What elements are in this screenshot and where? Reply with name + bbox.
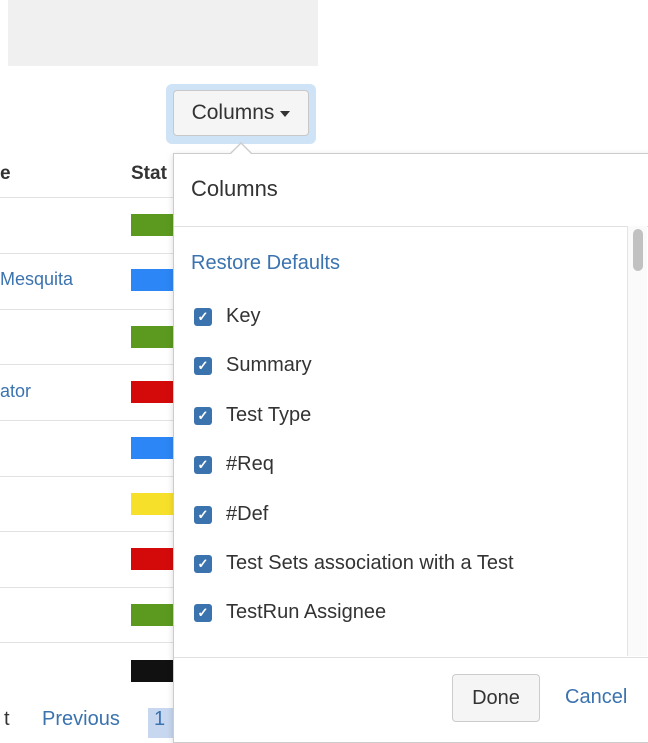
row-divider bbox=[0, 531, 175, 532]
status-bar bbox=[131, 604, 175, 626]
caret-down-icon bbox=[280, 111, 291, 117]
column-option-key[interactable]: ✓ Key bbox=[194, 305, 260, 328]
column-option-label: Summary bbox=[226, 354, 312, 376]
checkbox-checked-icon[interactable]: ✓ bbox=[194, 406, 212, 425]
column-header-name: e bbox=[0, 163, 11, 184]
status-bar bbox=[131, 269, 175, 291]
checkbox-checked-icon[interactable]: ✓ bbox=[194, 505, 212, 524]
columns-option-list bbox=[174, 226, 648, 658]
pager-first-fragment[interactable]: t bbox=[4, 708, 10, 731]
done-button-label: Done bbox=[472, 686, 520, 709]
status-bar bbox=[131, 437, 175, 459]
panel-pointer-arrow-fill bbox=[230, 144, 252, 155]
status-bar bbox=[131, 548, 175, 570]
cancel-link[interactable]: Cancel bbox=[565, 686, 627, 709]
column-option-label: TestRun Assignee bbox=[226, 601, 387, 623]
column-option-test-sets-association[interactable]: ✓ Test Sets association with a Test bbox=[194, 552, 514, 575]
row-divider bbox=[0, 253, 175, 254]
column-option-label: Test Type bbox=[226, 404, 312, 426]
column-option-test-type[interactable]: ✓ Test Type bbox=[194, 404, 311, 427]
column-option-summary[interactable]: ✓ Summary bbox=[194, 354, 312, 377]
assignee-link[interactable]: ator bbox=[0, 381, 31, 402]
checkbox-checked-icon[interactable]: ✓ bbox=[194, 356, 212, 375]
checkbox-checked-icon[interactable]: ✓ bbox=[194, 554, 212, 573]
column-option-testrun-assignee[interactable]: ✓ TestRun Assignee bbox=[194, 601, 386, 624]
pager-previous-link[interactable]: Previous bbox=[42, 708, 120, 731]
row-divider bbox=[0, 642, 175, 643]
row-divider bbox=[0, 197, 175, 198]
columns-button[interactable]: Columns bbox=[173, 90, 309, 136]
pager-page-current[interactable]: 1 bbox=[148, 708, 176, 738]
column-option-def[interactable]: ✓ #Def bbox=[194, 503, 268, 526]
status-bar bbox=[131, 493, 175, 515]
row-divider bbox=[0, 420, 175, 421]
status-bar bbox=[131, 381, 175, 403]
row-divider bbox=[0, 309, 175, 310]
assignee-link[interactable]: Mesquita bbox=[0, 269, 73, 290]
checkbox-checked-icon[interactable]: ✓ bbox=[194, 455, 212, 474]
done-button[interactable]: Done bbox=[452, 674, 540, 722]
option-list-scrollbar-thumb[interactable] bbox=[633, 229, 643, 271]
status-bar bbox=[131, 214, 175, 236]
column-option-label: #Req bbox=[226, 453, 274, 475]
column-header-status: Stat bbox=[131, 163, 167, 184]
option-list-scrollbar[interactable] bbox=[627, 226, 647, 656]
restore-defaults-link[interactable]: Restore Defaults bbox=[191, 252, 340, 275]
checkbox-checked-icon[interactable]: ✓ bbox=[194, 307, 212, 326]
top-gray-panel bbox=[8, 0, 318, 66]
column-option-label: #Def bbox=[226, 503, 269, 525]
column-option-label: Test Sets association with a Test bbox=[226, 552, 514, 574]
column-option-label: Key bbox=[226, 305, 261, 327]
columns-button-label: Columns bbox=[191, 101, 275, 124]
column-option-req[interactable]: ✓ #Req bbox=[194, 453, 274, 476]
checkbox-checked-icon[interactable]: ✓ bbox=[194, 603, 212, 622]
status-bar bbox=[131, 326, 175, 348]
row-divider bbox=[0, 587, 175, 588]
row-divider bbox=[0, 476, 175, 477]
row-divider bbox=[0, 364, 175, 365]
panel-title: Columns bbox=[191, 176, 278, 201]
status-bar bbox=[131, 660, 175, 682]
